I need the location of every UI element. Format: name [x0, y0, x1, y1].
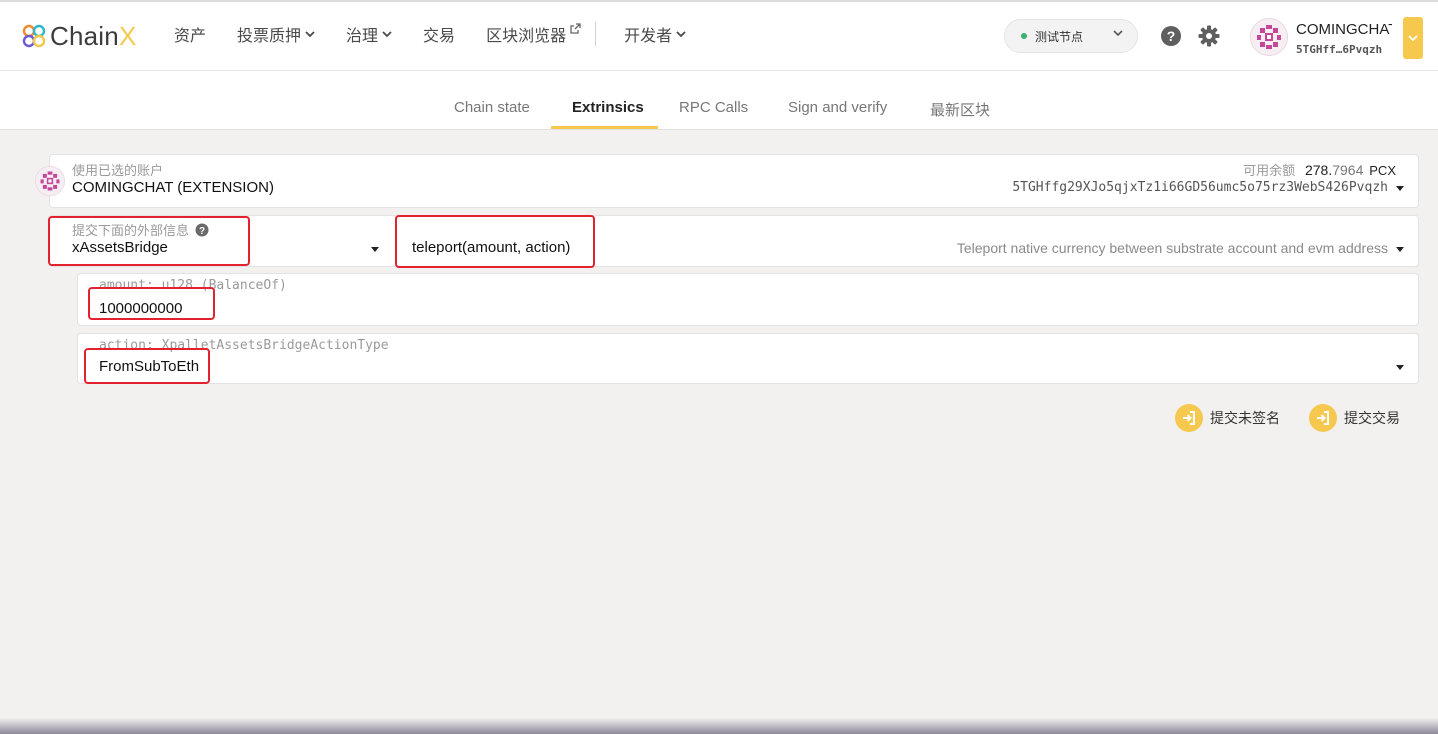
highlight-box-action — [84, 348, 210, 384]
sender-address: 5TGHffg29XJo5qjxTz1i66GD56umc5o75rz3WebS… — [1012, 180, 1388, 195]
balance-label: 可用余额 — [1243, 163, 1296, 178]
window-top-border — [0, 0, 1438, 2]
action-param-field[interactable]: action: XpalletAssetsBridgeActionType Fr… — [77, 333, 1419, 384]
top-navigation-bar: ChainX 资产 投票质押 治理 交易 区块浏览器 开发者 测试节点 ? CO… — [0, 0, 1438, 71]
account-name[interactable]: COMINGCHAT — [1296, 21, 1392, 38]
account-avatar[interactable] — [1250, 18, 1288, 56]
chevron-down-icon — [1113, 30, 1123, 37]
node-label: 测试节点 — [1035, 29, 1084, 44]
active-tab-indicator — [551, 126, 658, 129]
highlight-box-method — [395, 215, 595, 268]
developer-tabs: Chain state Extrinsics RPC Calls Sign an… — [0, 71, 1438, 130]
dropdown-caret-icon — [1396, 186, 1404, 191]
submit-unsigned-label: 提交未签名 — [1210, 410, 1280, 426]
tab-rpc-calls[interactable]: RPC Calls — [679, 99, 748, 116]
highlight-box-amount — [88, 287, 215, 320]
nav-item-developer[interactable]: 开发者 — [624, 22, 686, 46]
highlight-box-module — [48, 216, 250, 266]
method-dropdown-caret-icon[interactable] — [1396, 247, 1404, 252]
node-selector[interactable]: 测试节点 — [1004, 19, 1138, 53]
submit-transaction-button[interactable]: 提交交易 — [1309, 404, 1400, 432]
chevron-down-icon — [305, 30, 315, 37]
nav-item-governance[interactable]: 治理 — [346, 22, 392, 46]
main-nav: 资产 投票质押 治理 交易 区块浏览器 开发者 — [174, 22, 717, 46]
window-bottom-shadow — [0, 718, 1438, 734]
nav-divider — [595, 22, 597, 46]
nav-item-staking[interactable]: 投票质押 — [237, 22, 315, 46]
nav-item-trade[interactable]: 交易 — [423, 22, 455, 46]
nav-item-assets[interactable]: 资产 — [174, 22, 206, 46]
tab-recent-blocks[interactable]: 最新区块 — [930, 99, 990, 120]
action-dropdown-caret-icon[interactable] — [1396, 365, 1404, 370]
balance-integer: 278. — [1304, 162, 1333, 178]
chevron-down-icon — [676, 30, 686, 37]
account-menu-toggle[interactable] — [1403, 17, 1423, 59]
brand-name: ChainX — [50, 20, 137, 51]
chevron-down-icon — [382, 30, 392, 37]
tab-chain-state[interactable]: Chain state — [454, 99, 530, 116]
extrinsic-selector: 提交下面的外部信息 ? xAssetsBridge teleport(amoun… — [49, 215, 1419, 267]
sender-account-name: COMINGCHAT (EXTENSION) — [72, 179, 274, 196]
sender-label: 使用已选的账户 — [72, 163, 164, 178]
method-description: Teleport native currency between substra… — [956, 240, 1388, 256]
svg-text:?: ? — [1167, 28, 1176, 44]
submit-unsigned-button[interactable]: 提交未签名 — [1175, 404, 1280, 432]
nav-item-block-explorer[interactable]: 区块浏览器 — [486, 22, 581, 46]
available-balance: 可用余额 278.7964 PCX — [1243, 160, 1396, 179]
tab-extrinsics[interactable]: Extrinsics — [572, 99, 644, 116]
chainx-logo[interactable]: ChainX — [22, 20, 136, 52]
sender-account-selector[interactable]: 使用已选的账户 COMINGCHAT (EXTENSION) 可用余额 278.… — [49, 154, 1419, 208]
account-address: 5TGHff…6Pvqzh — [1296, 43, 1383, 56]
chainx-logo-icon — [22, 24, 46, 48]
node-status-dot — [1021, 33, 1027, 39]
tab-sign-and-verify[interactable]: Sign and verify — [788, 99, 887, 116]
external-link-icon — [570, 22, 581, 34]
gear-icon[interactable] — [1198, 25, 1220, 47]
sign-in-icon — [1175, 404, 1203, 432]
sign-in-icon — [1309, 404, 1337, 432]
balance-decimal: 7964 — [1332, 162, 1364, 178]
submit-transaction-label: 提交交易 — [1344, 410, 1400, 426]
help-icon[interactable]: ? — [1160, 25, 1182, 47]
amount-param-field[interactable]: amount: u128 (BalanceOf) 1000000000 — [77, 273, 1419, 326]
chevron-down-icon — [1408, 34, 1418, 41]
balance-unit: PCX — [1369, 163, 1396, 178]
module-dropdown-caret-icon[interactable] — [371, 247, 379, 252]
sender-avatar — [35, 166, 65, 196]
